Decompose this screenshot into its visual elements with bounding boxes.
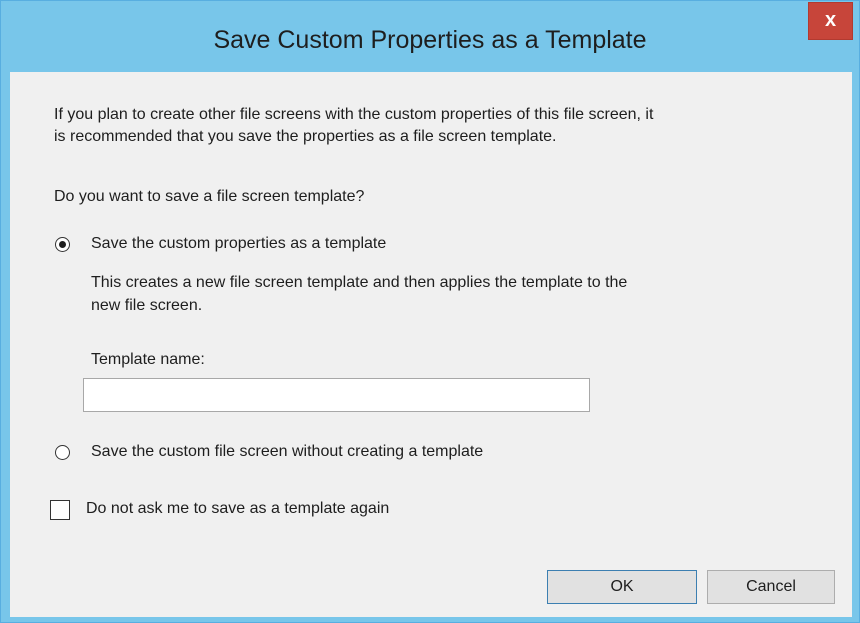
dialog-window: Save Custom Properties as a Template x I… [0,0,860,623]
save-template-radio[interactable] [55,237,70,252]
save-template-description-line-1: This creates a new file screen template … [91,274,628,291]
intro-text-line-1: If you plan to create other file screens… [54,106,654,123]
ok-button[interactable]: OK [547,570,697,604]
dont-ask-again-checkbox[interactable] [50,500,70,520]
template-name-label: Template name: [91,351,205,368]
title-bar[interactable]: Save Custom Properties as a Template [1,1,859,72]
radio-selected-dot [59,241,66,248]
template-name-input[interactable] [83,378,590,412]
intro-text-line-2: is recommended that you save the propert… [54,128,557,145]
dialog-title: Save Custom Properties as a Template [213,26,647,54]
dialog-body: If you plan to create other file screens… [10,72,852,617]
close-icon: x [824,9,837,31]
no-template-radio[interactable] [55,445,70,460]
close-button[interactable]: x [808,2,853,40]
save-template-radio-label[interactable]: Save the custom properties as a template [91,235,386,253]
dont-ask-again-label[interactable]: Do not ask me to save as a template agai… [86,500,389,518]
save-template-description-line-2: new file screen. [91,297,203,314]
cancel-button[interactable]: Cancel [707,570,835,604]
question-text: Do you want to save a file screen templa… [54,188,365,205]
no-template-radio-label[interactable]: Save the custom file screen without crea… [91,443,483,461]
